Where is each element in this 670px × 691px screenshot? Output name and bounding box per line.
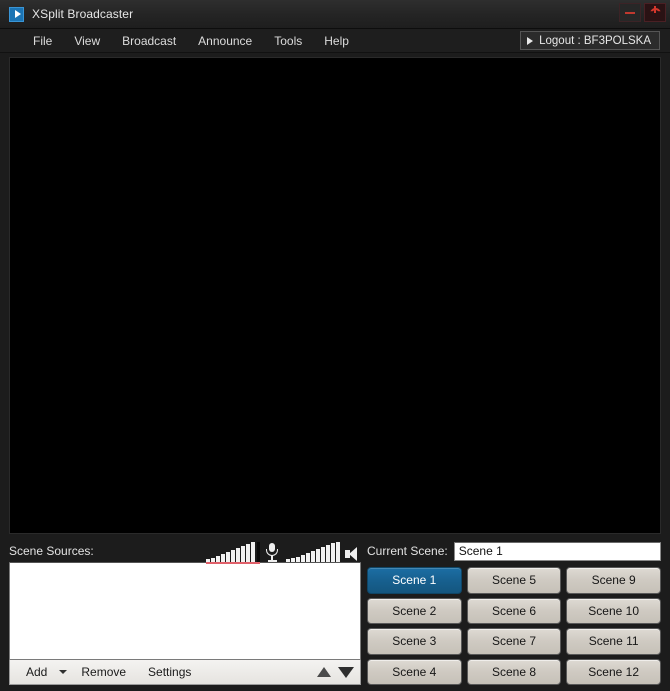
- logout-button[interactable]: Logout : BF3POLSKA: [520, 31, 660, 50]
- scene-sources-panel: Scene Sources: Add Remove Settings: [9, 540, 361, 685]
- meter-bar: [306, 553, 310, 562]
- menu-bar: File View Broadcast Announce Tools Help …: [0, 29, 670, 53]
- menu-item-tools[interactable]: Tools: [263, 31, 313, 51]
- menu-item-help[interactable]: Help: [313, 31, 360, 51]
- triangle-right-icon: [527, 36, 534, 45]
- meter-bar: [321, 547, 325, 562]
- microphone-level-meter[interactable]: [206, 542, 260, 564]
- menu-item-file[interactable]: File: [22, 31, 63, 51]
- scene-sources-label: Scene Sources:: [9, 544, 94, 558]
- meter-bar: [326, 545, 330, 562]
- meter-bar: [296, 557, 300, 562]
- scenes-panel: Current Scene: Scene 1Scene 5Scene 9Scen…: [367, 540, 661, 685]
- meter-bar: [241, 546, 245, 562]
- preview-canvas[interactable]: [9, 57, 661, 534]
- meter-bar: [221, 554, 225, 562]
- meter-bar: [291, 558, 295, 562]
- scene-button-6[interactable]: Scene 6: [466, 597, 562, 624]
- meter-bar: [301, 555, 305, 562]
- audio-meters: [206, 542, 361, 564]
- current-scene-row: Current Scene:: [367, 540, 661, 562]
- speaker-icon[interactable]: [345, 546, 361, 562]
- scene-buttons-grid: Scene 1 Scene 5 Scene 9 Scene 2 Scene 6 Scene…: [367, 567, 661, 685]
- scene-sources-header: Scene Sources:: [9, 540, 361, 564]
- power-close-button[interactable]: [644, 3, 666, 22]
- remove-source-button[interactable]: Remove: [75, 663, 132, 681]
- minimize-button[interactable]: [619, 3, 641, 22]
- speaker-level-meter[interactable]: [286, 542, 340, 562]
- menu-item-announce[interactable]: Announce: [187, 31, 263, 51]
- scene-button-8[interactable]: Scene 8: [466, 658, 562, 685]
- meter-bar: [336, 542, 340, 562]
- window-controls: [619, 3, 666, 22]
- arrow-down-icon[interactable]: [338, 666, 354, 678]
- meter-bar: [231, 550, 235, 562]
- power-icon: [649, 6, 661, 19]
- scene-button-2[interactable]: Scene 2: [367, 597, 462, 624]
- meter-bar: [251, 542, 255, 562]
- scene-sources-toolbar: Add Remove Settings: [9, 660, 361, 685]
- add-source-button[interactable]: Add: [20, 663, 53, 681]
- current-scene-label: Current Scene:: [367, 544, 448, 558]
- microphone-icon[interactable]: [265, 543, 279, 562]
- logout-label: Logout : BF3POLSKA: [539, 34, 651, 47]
- scene-sources-list[interactable]: [9, 562, 361, 660]
- play-icon: [9, 6, 24, 22]
- scene-button-11[interactable]: Scene 11: [566, 628, 661, 655]
- scene-button-5[interactable]: Scene 5: [466, 567, 562, 594]
- window-title: XSplit Broadcaster: [32, 7, 134, 21]
- menu-item-view[interactable]: View: [63, 31, 111, 51]
- microphone-meter-group[interactable]: [206, 542, 279, 564]
- title-bar: XSplit Broadcaster: [0, 0, 670, 29]
- scene-button-1[interactable]: Scene 1: [367, 567, 462, 594]
- meter-bar: [226, 552, 230, 562]
- scene-button-4[interactable]: Scene 4: [367, 658, 462, 685]
- arrow-up-icon[interactable]: [317, 667, 331, 677]
- meter-bar: [211, 558, 215, 562]
- meter-bar: [246, 544, 250, 562]
- source-settings-button[interactable]: Settings: [142, 663, 197, 681]
- scene-button-9[interactable]: Scene 9: [566, 567, 661, 594]
- meter-bar: [286, 559, 290, 562]
- scene-button-12[interactable]: Scene 12: [566, 658, 661, 685]
- meter-bar: [236, 548, 240, 562]
- scene-button-7[interactable]: Scene 7: [466, 628, 562, 655]
- speaker-meter-group[interactable]: [286, 542, 361, 562]
- scene-name-input[interactable]: [453, 541, 661, 561]
- meter-peak-indicator: [257, 542, 260, 562]
- scene-button-10[interactable]: Scene 10: [566, 597, 661, 624]
- caret-down-icon[interactable]: [59, 670, 68, 674]
- meter-bar: [311, 551, 315, 562]
- app-window: XSplit Broadcaster File View Broadcast A…: [0, 0, 670, 691]
- meter-bar: [216, 556, 220, 562]
- meter-bar: [331, 543, 335, 562]
- meter-bar: [206, 559, 210, 562]
- menu-item-broadcast[interactable]: Broadcast: [111, 31, 187, 51]
- preview-area-wrapper: [0, 53, 670, 536]
- scene-button-3[interactable]: Scene 3: [367, 628, 462, 655]
- bottom-panel: Scene Sources: Add Remove Settings Curre…: [0, 536, 670, 691]
- meter-bar: [316, 549, 320, 562]
